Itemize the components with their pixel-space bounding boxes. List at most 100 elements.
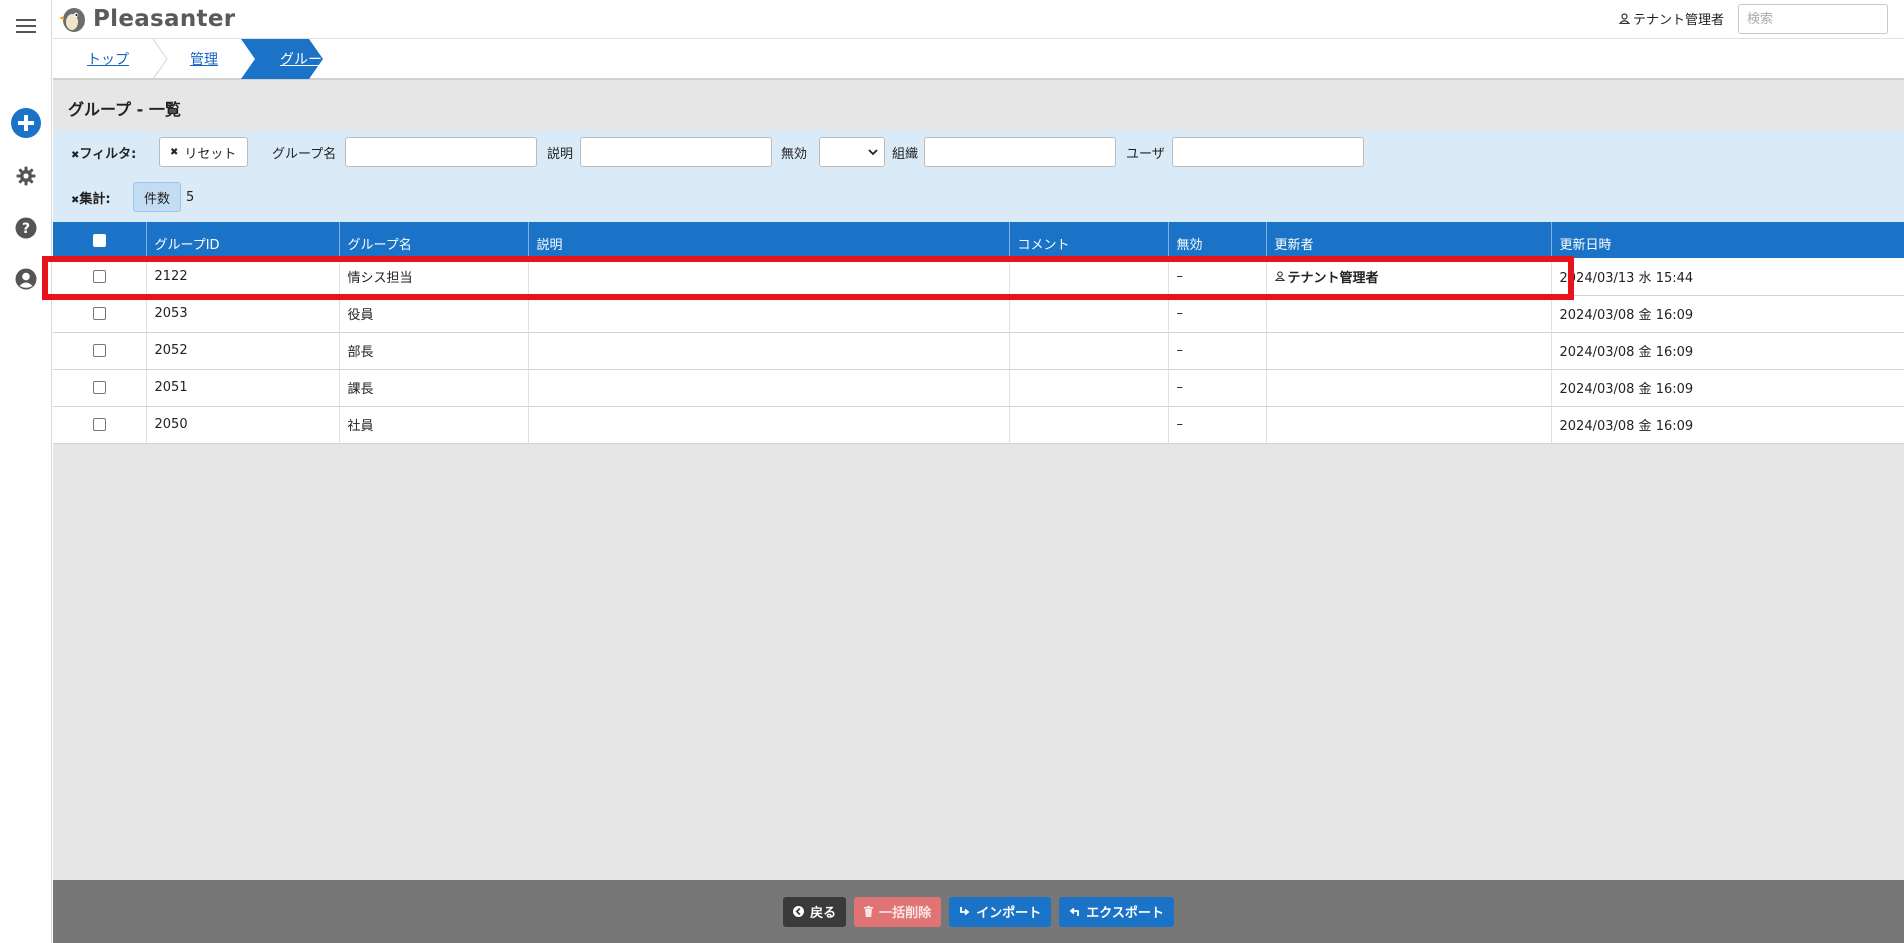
logo[interactable]: Pleasanter xyxy=(59,2,235,36)
header-updater[interactable]: 更新者 xyxy=(1266,222,1552,258)
cell-description xyxy=(528,369,1010,407)
header-user[interactable]: テナント管理者 xyxy=(1618,9,1724,28)
row-select-cell xyxy=(53,332,147,370)
add-icon[interactable] xyxy=(0,107,52,139)
header-updated[interactable]: 更新日時 xyxy=(1551,222,1904,258)
header: Pleasanter テナント管理者 xyxy=(53,0,1904,38)
breadcrumb-top[interactable]: トップ xyxy=(87,39,129,79)
user-small-icon xyxy=(1274,271,1285,282)
cell-updater xyxy=(1266,295,1552,333)
organization-label: 組織 xyxy=(892,146,919,162)
close-icon: ✖ xyxy=(170,146,179,158)
table-row[interactable]: 2052 部長 – 2024/03/08 金 16:09 xyxy=(53,332,1904,370)
row-checkbox[interactable] xyxy=(92,307,106,320)
cell-updater xyxy=(1266,332,1552,370)
row-checkbox[interactable] xyxy=(92,269,106,283)
user-small-icon xyxy=(1618,13,1630,24)
import-button[interactable]: インポート xyxy=(949,896,1052,927)
export-icon xyxy=(1069,907,1080,916)
bulk-delete-button[interactable]: 一括削除 xyxy=(854,896,942,927)
pleasanter-bird-icon xyxy=(59,8,85,32)
cell-group-id: 2053 xyxy=(146,295,340,333)
aggregate-toggle[interactable]: ✖集計: xyxy=(71,188,111,207)
cell-comment xyxy=(1009,258,1169,296)
group-grid: グループID グループ名 説明 コメント 無効 更新者 更新日時 2122 情シ… xyxy=(42,222,1904,444)
row-select-cell xyxy=(53,258,147,296)
chevron-down-icon xyxy=(868,148,878,155)
reset-button[interactable]: ✖ リセット xyxy=(159,137,248,167)
user-label: ユーザ xyxy=(1126,146,1165,162)
main-content: グループ - 一覧 ✖フィルタ: ✖ リセット グループ名 説明 無効 組織 ユー… xyxy=(42,80,1904,880)
breadcrumb: トップ 管理 グループ xyxy=(53,38,1904,80)
select-all-checkbox[interactable] xyxy=(92,233,106,247)
cell-disabled: – xyxy=(1168,332,1267,370)
row-select-cell xyxy=(53,369,147,407)
cell-group-name: 情シス担当 xyxy=(339,258,529,296)
description-label: 説明 xyxy=(547,146,574,162)
page-title: グループ - 一覧 xyxy=(68,100,181,119)
cell-group-name: 役員 xyxy=(339,295,529,333)
table-row[interactable]: 2053 役員 – 2024/03/08 金 16:09 xyxy=(53,295,1904,333)
cell-description xyxy=(528,258,1010,296)
cell-comment xyxy=(1009,332,1169,370)
updater-user: テナント管理者 xyxy=(1274,267,1379,286)
cell-updater: テナント管理者 xyxy=(1266,258,1552,296)
menu-icon[interactable] xyxy=(0,14,52,38)
row-checkbox[interactable] xyxy=(92,344,106,357)
user-input[interactable] xyxy=(1172,137,1364,167)
cell-updated: 2024/03/08 金 16:09 xyxy=(1551,295,1904,333)
table-header-row: グループID グループ名 説明 コメント 無効 更新者 更新日時 xyxy=(53,222,1904,258)
disabled-select[interactable] xyxy=(819,137,885,167)
cell-comment xyxy=(1009,295,1169,333)
description-input[interactable] xyxy=(580,137,772,167)
cell-description xyxy=(528,332,1010,370)
search-input[interactable] xyxy=(1738,4,1888,34)
breadcrumb-admin[interactable]: 管理 xyxy=(190,39,218,79)
logo-text: Pleasanter xyxy=(93,6,236,32)
cell-group-name: 社員 xyxy=(339,406,529,444)
sidebar: ? xyxy=(0,0,52,943)
select-all-cell xyxy=(53,222,147,258)
header-group-id[interactable]: グループID xyxy=(146,222,340,258)
filter-area: ✖フィルタ: ✖ リセット グループ名 説明 無効 組織 ユーザ ✖集計: 件数 … xyxy=(53,130,1904,222)
disabled-label: 無効 xyxy=(781,146,808,162)
row-checkbox[interactable] xyxy=(92,381,106,394)
row-select-cell xyxy=(53,295,147,333)
header-description[interactable]: 説明 xyxy=(528,222,1010,258)
organization-input[interactable] xyxy=(924,137,1116,167)
export-button[interactable]: エクスポート xyxy=(1059,896,1174,927)
aggregate-row: ✖集計: 件数 5 xyxy=(53,181,1904,213)
count-value: 5 xyxy=(186,189,195,205)
row-checkbox[interactable] xyxy=(92,418,106,431)
cell-updated: 2024/03/13 水 15:44 xyxy=(1551,258,1904,296)
cell-comment xyxy=(1009,369,1169,407)
group-name-input[interactable] xyxy=(345,137,537,167)
row-select-cell xyxy=(53,406,147,444)
header-disabled[interactable]: 無効 xyxy=(1168,222,1267,258)
cell-description xyxy=(528,295,1010,333)
cell-disabled: – xyxy=(1168,258,1267,296)
import-icon xyxy=(960,907,970,916)
header-comment[interactable]: コメント xyxy=(1009,222,1169,258)
cell-group-id: 2051 xyxy=(146,369,340,407)
cell-updated: 2024/03/08 金 16:09 xyxy=(1551,332,1904,370)
user-icon[interactable] xyxy=(0,267,52,291)
cell-description xyxy=(528,406,1010,444)
trash-icon xyxy=(864,906,874,917)
table-row[interactable]: 2051 課長 – 2024/03/08 金 16:09 xyxy=(53,369,1904,407)
count-button[interactable]: 件数 xyxy=(133,182,182,212)
gear-icon[interactable] xyxy=(0,164,52,188)
cell-group-name: 課長 xyxy=(339,369,529,407)
cell-updater xyxy=(1266,369,1552,407)
group-name-label: グループ名 xyxy=(272,146,337,162)
footer-toolbar: 戻る 一括削除 インポート エクスポート xyxy=(53,880,1904,943)
header-group-name[interactable]: グループ名 xyxy=(339,222,529,258)
help-icon[interactable]: ? xyxy=(0,216,52,240)
filter-toggle[interactable]: ✖フィルタ: xyxy=(71,143,136,162)
cell-disabled: – xyxy=(1168,369,1267,407)
breadcrumb-groups[interactable]: グループ xyxy=(280,39,335,79)
back-button[interactable]: 戻る xyxy=(783,896,847,927)
table-row[interactable]: 2122 情シス担当 – テナント管理者 2024/03/13 水 15:44 xyxy=(53,258,1904,296)
back-arrow-icon xyxy=(793,906,805,917)
table-row[interactable]: 2050 社員 – 2024/03/08 金 16:09 xyxy=(53,406,1904,444)
